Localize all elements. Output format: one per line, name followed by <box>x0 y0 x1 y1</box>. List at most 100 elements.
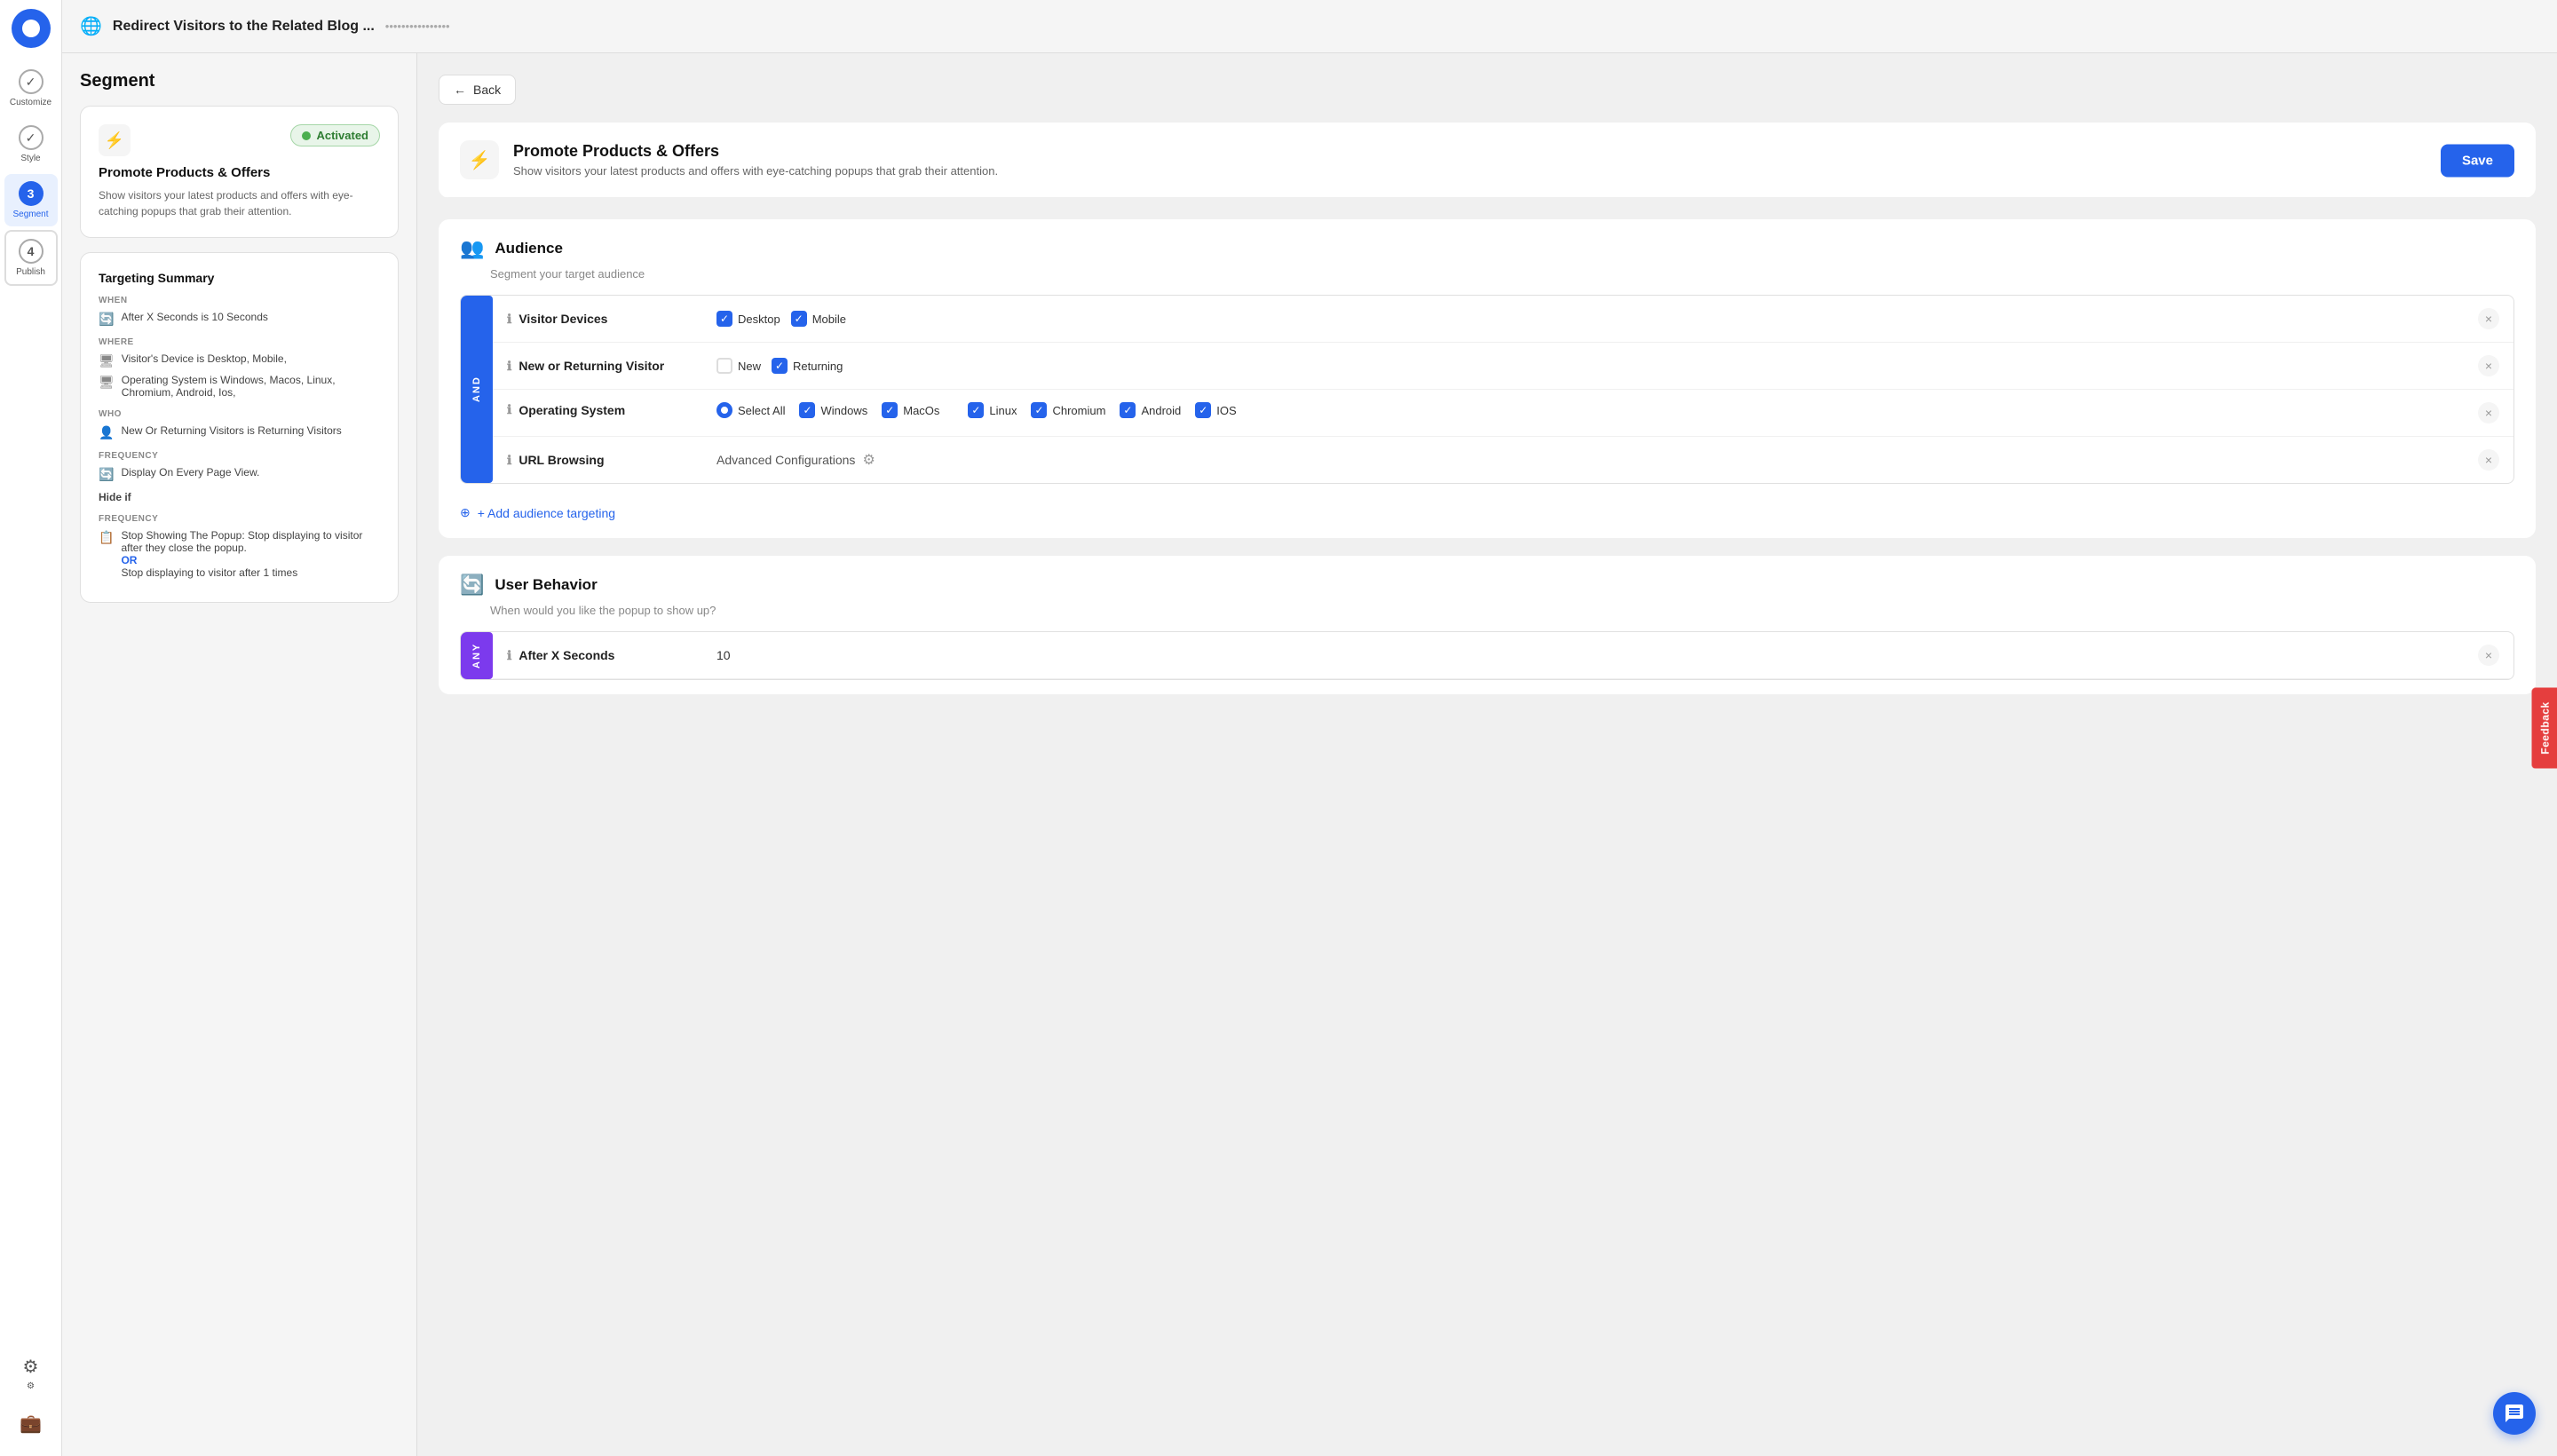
windows-checked-icon <box>799 402 815 418</box>
hide-if-label: Hide if <box>99 491 380 503</box>
sidebar-item-style[interactable]: ✓ Style <box>4 118 58 170</box>
new-label: New <box>738 360 761 373</box>
new-returning-text: New or Returning Visitor <box>519 359 664 373</box>
back-arrow-icon: ← <box>454 83 466 97</box>
info-icon-os: ℹ <box>507 402 511 417</box>
info-icon-returning: ℹ <box>507 359 511 374</box>
remove-after-x-seconds[interactable]: × <box>2478 645 2499 666</box>
user-icon: 👤 <box>99 425 114 440</box>
sidebar-item-publish[interactable]: 4 Publish <box>4 230 58 286</box>
audience-conditions: AND ℹ Visitor Devices Desktop <box>460 295 2514 484</box>
audience-section: 👥 Audience Segment your target audience … <box>439 219 2536 538</box>
android-checkbox[interactable]: Android <box>1120 402 1181 418</box>
new-returning-label: ℹ New or Returning Visitor <box>507 359 702 374</box>
remove-new-returning[interactable]: × <box>2478 355 2499 376</box>
new-returning-row: ℹ New or Returning Visitor New Returning <box>493 343 2513 390</box>
android-checked-icon <box>1120 402 1136 418</box>
who-label: WHO <box>99 409 380 419</box>
remove-visitor-devices[interactable]: × <box>2478 308 2499 329</box>
audience-title: Audience <box>495 240 563 257</box>
ts-who-row: 👤 New Or Returning Visitors is Returning… <box>99 424 380 440</box>
chromium-label: Chromium <box>1052 404 1105 417</box>
desktop-checkbox[interactable]: Desktop <box>716 311 780 327</box>
device-icon-1: 🖥 <box>99 353 115 368</box>
app-logo[interactable] <box>12 9 51 48</box>
select-all-radio-icon <box>716 402 732 418</box>
who-text: New Or Returning Visitors is Returning V… <box>121 424 341 437</box>
feedback-tab[interactable]: Feedback <box>2531 687 2557 768</box>
device-icon-2: 🖥 <box>99 375 115 390</box>
sidebar-item-segment[interactable]: 3 Segment <box>4 174 58 226</box>
remove-os[interactable]: × <box>2478 402 2499 423</box>
step-number-publish: 4 <box>19 239 44 264</box>
windows-label: Windows <box>820 404 867 417</box>
gear-icon: ⚙ <box>862 451 875 469</box>
windows-checkbox[interactable]: Windows <box>799 402 867 418</box>
main-card-description: Show visitors your latest products and o… <box>513 164 998 178</box>
when-label: WHEN <box>99 296 380 305</box>
desktop-checked-icon <box>716 311 732 327</box>
remove-url-browsing[interactable]: × <box>2478 449 2499 471</box>
mobile-checkbox[interactable]: Mobile <box>791 311 846 327</box>
hide-icon: 📋 <box>99 530 114 545</box>
main-layout: Segment ⚡ Activated Promote Products & O… <box>62 53 2557 1456</box>
ios-label: IOS <box>1216 404 1236 417</box>
add-audience-targeting[interactable]: ⊕ + Add audience targeting <box>439 498 2536 538</box>
card-description: Show visitors your latest products and o… <box>99 187 380 219</box>
ios-checkbox[interactable]: IOS <box>1195 402 1236 418</box>
sidebar-item-settings[interactable]: ⚙ ⚙ <box>4 1349 58 1398</box>
operating-system-text: Operating System <box>519 403 625 417</box>
add-targeting-label: + Add audience targeting <box>478 506 615 520</box>
ts-where-row-2: 🖥 Operating System is Windows, Macos, Li… <box>99 374 380 399</box>
ios-checked-icon <box>1195 402 1211 418</box>
android-label: Android <box>1141 404 1181 417</box>
macos-checkbox[interactable]: MacOs <box>882 402 939 418</box>
top-bar: 🌐 Redirect Visitors to the Related Blog … <box>62 0 2557 53</box>
card-title: Promote Products & Offers <box>99 165 380 180</box>
user-behavior-icon: 🔄 <box>460 574 484 597</box>
where-text-2: Operating System is Windows, Macos, Linu… <box>122 374 380 399</box>
select-all-label: Select All <box>738 404 785 417</box>
user-behavior-conditions: ANY ℹ After X Seconds 10 × <box>460 631 2514 680</box>
back-button[interactable]: ← Back <box>439 75 516 105</box>
url-browsing-text: URL Browsing <box>519 453 604 467</box>
returning-checked-icon <box>772 358 788 374</box>
returning-checkbox[interactable]: Returning <box>772 358 843 374</box>
linux-checked-icon <box>968 402 984 418</box>
user-behavior-title: User Behavior <box>495 576 597 594</box>
after-x-seconds-label: ℹ After X Seconds <box>507 648 702 663</box>
ts-when-row: 🔄 After X Seconds is 10 Seconds <box>99 311 380 327</box>
chromium-checked-icon <box>1031 402 1047 418</box>
sidebar-item-customize[interactable]: ✓ Customize <box>4 62 58 115</box>
left-navigation: ✓ Customize ✓ Style 3 Segment 4 Publish … <box>0 0 62 1456</box>
when-text: After X Seconds is 10 Seconds <box>121 311 267 323</box>
chat-button[interactable] <box>2493 1392 2536 1435</box>
adv-config-label: Advanced Configurations <box>716 453 855 467</box>
new-checkbox[interactable]: New <box>716 358 761 374</box>
card-icon: ⚡ <box>99 124 131 156</box>
hide-text: Stop Showing The Popup: Stop displaying … <box>121 529 380 579</box>
chromium-checkbox[interactable]: Chromium <box>1031 402 1105 418</box>
save-button[interactable]: Save <box>2441 144 2514 177</box>
operating-system-row: ℹ Operating System Select All Windows <box>493 390 2513 437</box>
returning-label: Returning <box>793 360 843 373</box>
macos-label: MacOs <box>903 404 939 417</box>
any-bar: ANY <box>461 632 493 679</box>
info-icon-seconds: ℹ <box>507 648 511 663</box>
visitor-devices-row: ℹ Visitor Devices Desktop Mobile <box>493 296 2513 343</box>
activated-badge: Activated <box>290 124 380 146</box>
condition-rows: ℹ Visitor Devices Desktop Mobile <box>493 296 2513 483</box>
ts-where-row-1: 🖥 Visitor's Device is Desktop, Mobile, <box>99 352 380 368</box>
sidebar-item-briefcase[interactable]: 💼 <box>4 1405 58 1442</box>
nav-label-style: Style <box>20 154 40 163</box>
clock-icon: 🔄 <box>99 312 114 327</box>
sidebar-title: Segment <box>80 71 399 91</box>
targeting-summary: Targeting Summary WHEN 🔄 After X Seconds… <box>80 252 399 603</box>
linux-checkbox[interactable]: Linux <box>968 402 1017 418</box>
main-card: ⚡ Promote Products & Offers Show visitor… <box>439 123 2536 198</box>
page-title: Redirect Visitors to the Related Blog ..… <box>113 19 375 35</box>
url-browsing-label: ℹ URL Browsing <box>507 453 702 468</box>
nav-label-segment: Segment <box>12 210 48 219</box>
settings-icon: ⚙ <box>23 1356 39 1378</box>
select-all-radio[interactable]: Select All <box>716 402 785 418</box>
